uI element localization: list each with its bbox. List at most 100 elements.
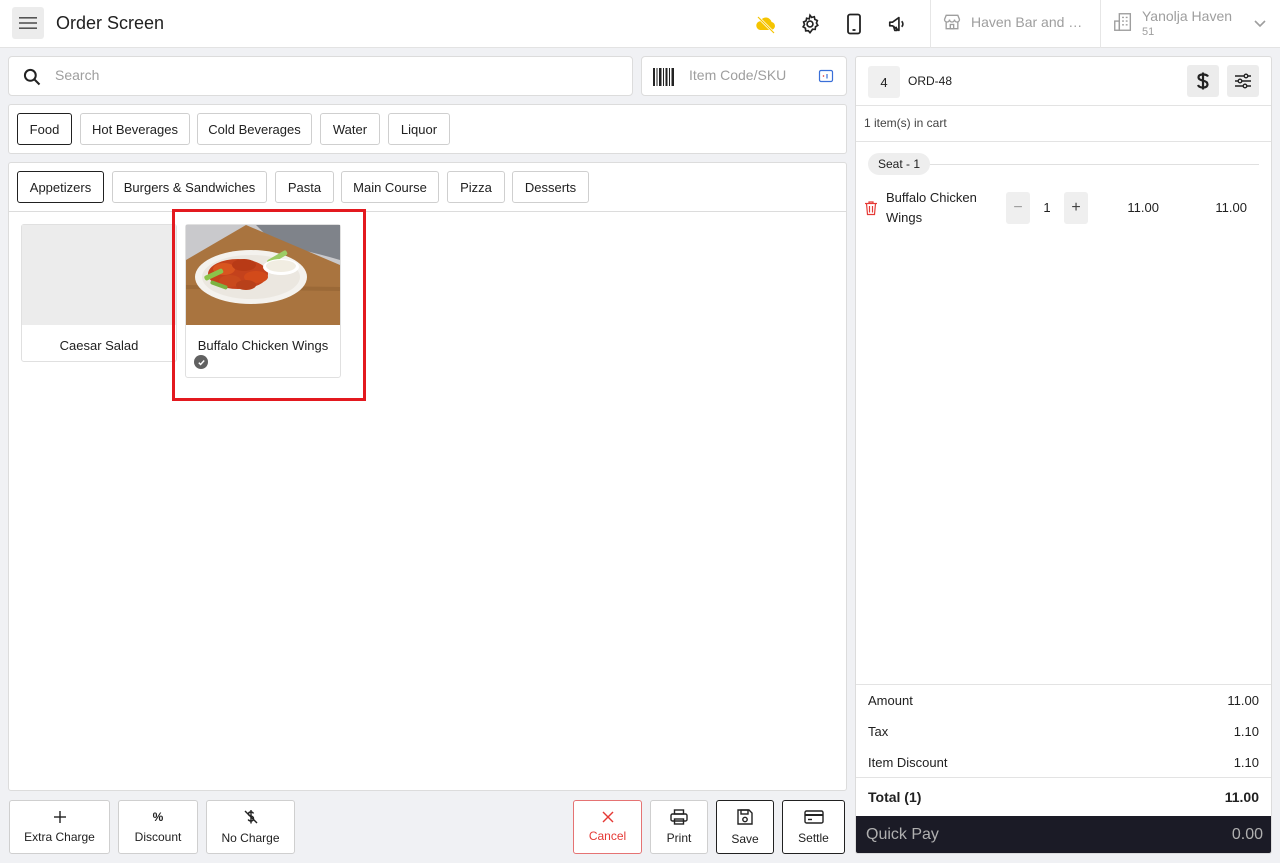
- sku-bar: [641, 56, 847, 96]
- cart-count: 1 item(s) in cart: [864, 116, 947, 130]
- announcements-button[interactable]: [886, 12, 910, 36]
- discount-button[interactable]: % Discount: [118, 800, 198, 854]
- save-icon: [737, 809, 753, 825]
- decrease-qty-button[interactable]: −: [1006, 192, 1030, 224]
- divider: [856, 141, 1271, 142]
- gear-icon: [801, 13, 819, 35]
- item-discount-label: Item Discount: [868, 755, 948, 770]
- printer-icon: [670, 809, 688, 825]
- item-discount-value: 1.10: [1233, 755, 1259, 770]
- cart-item-unit-price: 11.00: [1127, 200, 1159, 215]
- product-image: [186, 225, 340, 325]
- no-charge-label: No Charge: [221, 831, 280, 845]
- sliders-icon: [1235, 73, 1251, 89]
- extra-charge-label: Extra Charge: [24, 830, 95, 844]
- subcategory-main-course[interactable]: Main Course: [341, 171, 439, 203]
- settings-button[interactable]: [798, 12, 822, 36]
- seat-chip[interactable]: Seat - 1: [868, 153, 931, 175]
- product-card-selected[interactable]: Buffalo Chicken Wings: [185, 224, 341, 378]
- location-selector[interactable]: Yanolja Haven 51: [1112, 7, 1232, 39]
- sync-status-button[interactable]: [754, 12, 778, 36]
- tax-value: 1.10: [1233, 724, 1259, 739]
- category-water[interactable]: Water: [320, 113, 380, 145]
- cloud-off-icon: [756, 16, 775, 34]
- subcategory-pasta[interactable]: Pasta: [275, 171, 334, 203]
- close-icon: [602, 811, 613, 823]
- top-bar: Order Screen Haven Bar and Restaurant: [0, 0, 1280, 48]
- extra-charge-button[interactable]: Extra Charge: [9, 800, 110, 854]
- tablet-icon: [847, 13, 861, 35]
- barcode-icon: [653, 68, 674, 86]
- location-sub: 51: [1142, 26, 1155, 38]
- quick-pay-label: Quick Pay: [866, 826, 939, 843]
- save-label: Save: [731, 832, 759, 846]
- cart-panel: 4 ORD-48 1 item(s) in cart Seat - 1 Buff…: [855, 56, 1272, 854]
- divider: [9, 211, 847, 212]
- quick-pay-value: 0.00: [1231, 826, 1263, 843]
- cancel-label: Cancel: [588, 829, 627, 843]
- sku-input[interactable]: [689, 67, 809, 83]
- menu-button[interactable]: [12, 7, 44, 39]
- cart-item-qty: 1: [1043, 200, 1051, 215]
- amount-label: Amount: [868, 693, 913, 708]
- discount-label: Discount: [134, 830, 182, 844]
- quick-pay-button[interactable]: Quick Pay 0.00: [856, 816, 1271, 853]
- location-name: Yanolja Haven: [1142, 8, 1233, 24]
- cancel-button[interactable]: Cancel: [573, 800, 642, 854]
- divider: [930, 0, 931, 48]
- order-id: ORD-48: [908, 74, 953, 88]
- tax-label: Tax: [868, 724, 889, 739]
- increase-qty-button[interactable]: +: [1064, 192, 1088, 224]
- category-liquor[interactable]: Liquor: [388, 113, 450, 145]
- dollar-icon: [1196, 72, 1209, 90]
- cart-item-name: Buffalo Chicken Wings: [886, 190, 977, 225]
- category-food[interactable]: Food: [17, 113, 72, 145]
- product-name: Caesar Salad: [59, 338, 139, 353]
- cart-item-total: 11.00: [1215, 200, 1247, 215]
- cart-options-button[interactable]: [1227, 65, 1259, 97]
- store-selector[interactable]: Haven Bar and Restaurant: [942, 12, 1087, 32]
- print-label: Print: [666, 831, 692, 845]
- subcategory-desserts[interactable]: Desserts: [512, 171, 589, 203]
- no-dollar-icon: [244, 810, 257, 824]
- no-charge-button[interactable]: No Charge: [206, 800, 295, 854]
- product-card[interactable]: Caesar Salad: [21, 224, 177, 362]
- plus-icon: [53, 811, 66, 823]
- credit-card-icon: [803, 810, 824, 824]
- category-cold-beverages[interactable]: Cold Beverages: [197, 113, 312, 145]
- search-input[interactable]: [55, 67, 615, 83]
- search-bar: [8, 56, 633, 96]
- scan-card-icon[interactable]: [818, 68, 834, 84]
- product-image-placeholder: [22, 225, 176, 325]
- total-label: Total (1): [868, 789, 922, 805]
- print-button[interactable]: Print: [650, 800, 708, 854]
- subcategory-burgers-sandwiches[interactable]: Burgers & Sandwiches: [112, 171, 267, 203]
- product-name: Buffalo Chicken Wings: [197, 338, 329, 353]
- seat-divider: [926, 164, 1259, 165]
- subcategory-pizza[interactable]: Pizza: [447, 171, 505, 203]
- divider: [856, 684, 1271, 685]
- divider: [856, 777, 1271, 778]
- store-name: Haven Bar and Restaurant: [971, 14, 1087, 30]
- page-title: Order Screen: [56, 13, 165, 33]
- table-number[interactable]: 4: [868, 66, 900, 98]
- store-icon: [943, 14, 961, 30]
- total-value: 11.00: [1224, 789, 1259, 805]
- save-button[interactable]: Save: [716, 800, 774, 854]
- hamburger-icon: [19, 17, 37, 29]
- device-button[interactable]: [842, 12, 866, 36]
- megaphone-icon: [888, 16, 904, 32]
- building-icon: [1114, 13, 1132, 31]
- subcategory-appetizers[interactable]: Appetizers: [17, 171, 104, 203]
- settle-label: Settle: [798, 831, 829, 845]
- amount-value: 11.00: [1227, 693, 1259, 708]
- category-hot-beverages[interactable]: Hot Beverages: [80, 113, 190, 145]
- search-icon: [23, 68, 41, 86]
- settle-button[interactable]: Settle: [782, 800, 845, 854]
- check-icon: [194, 355, 208, 369]
- divider: [856, 105, 1271, 106]
- chevron-down-icon[interactable]: [1253, 16, 1267, 30]
- trash-icon[interactable]: [864, 200, 878, 216]
- currency-button[interactable]: [1187, 65, 1219, 97]
- percent-icon: %: [152, 810, 164, 824]
